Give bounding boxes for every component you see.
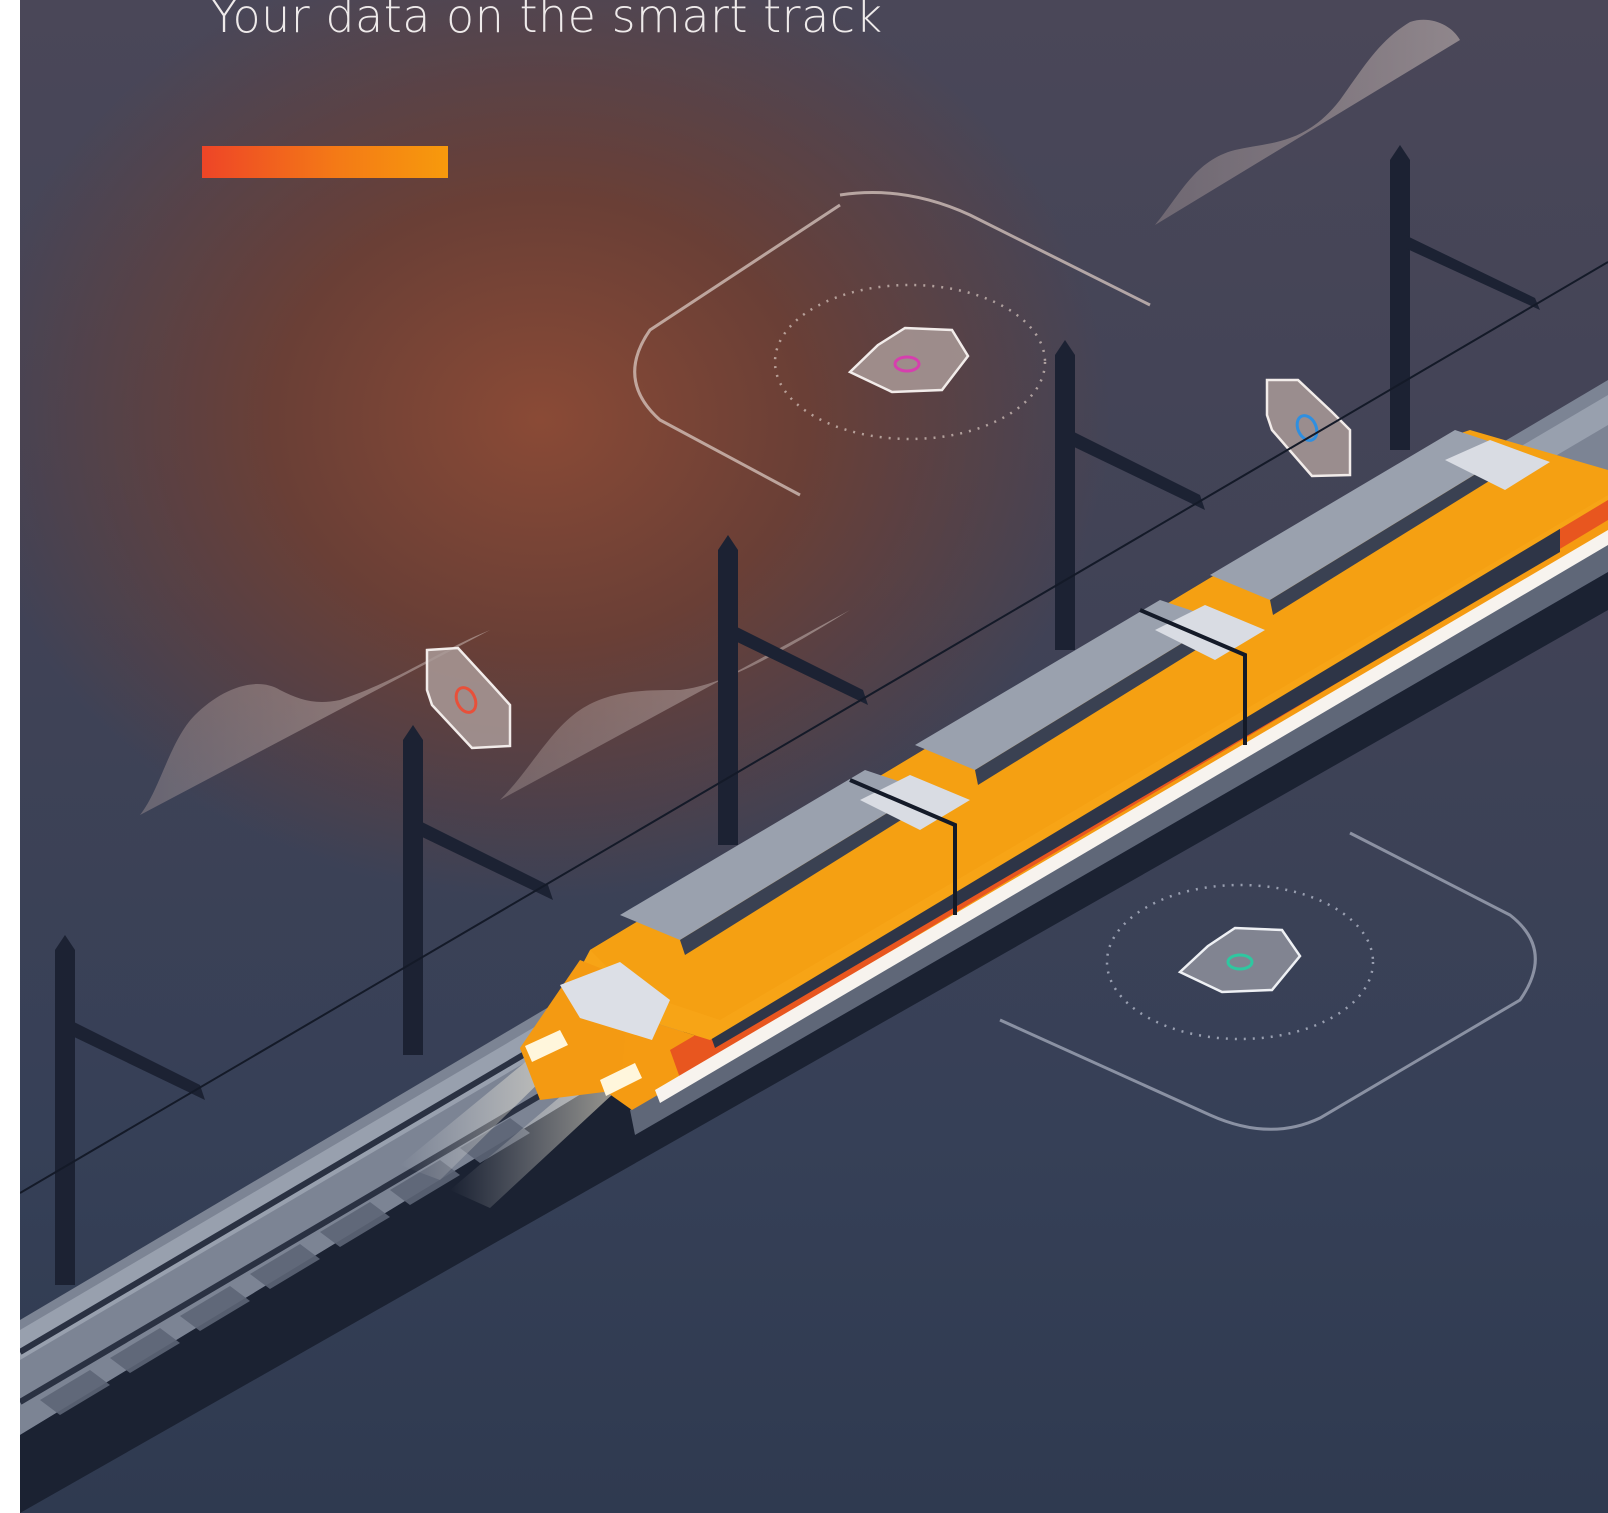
hexagon-sensor-icon: [425, 646, 512, 750]
hexagon-sensor-icon: [1265, 378, 1352, 478]
cloud-top-right: [1155, 19, 1460, 225]
train-illustration: [20, 19, 1608, 1513]
hexagon-sensor-icon: [1177, 926, 1302, 994]
hexagon-sensor-icon: [847, 326, 970, 394]
poster: Your data on the smart track: [20, 0, 1608, 1513]
cloud-middle: [500, 610, 850, 800]
catenary-pole: [1390, 145, 1540, 450]
